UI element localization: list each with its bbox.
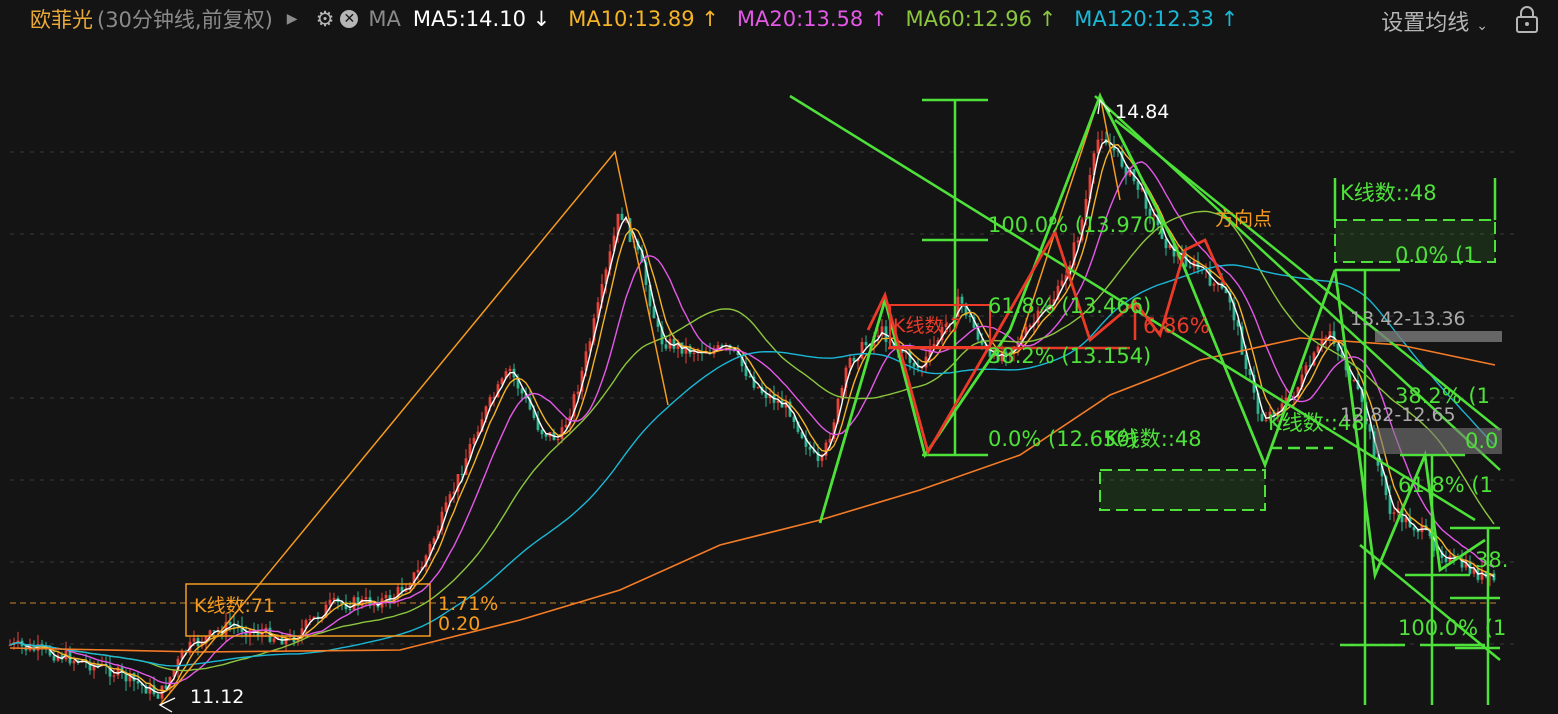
candle-body xyxy=(1212,283,1216,286)
chevron-down-icon: ⌄ xyxy=(1476,18,1488,34)
candle-body xyxy=(332,598,336,600)
candle-body xyxy=(228,621,232,625)
candle-body xyxy=(1392,512,1396,514)
candle-body xyxy=(848,357,852,368)
chart-period: (30分钟线,前复权) xyxy=(97,8,273,32)
candle-body xyxy=(1352,380,1356,382)
candle-body xyxy=(212,630,216,632)
candle-body xyxy=(460,474,464,476)
annotation-label: K线数:7 xyxy=(893,315,962,337)
candle-body xyxy=(692,352,696,354)
candle-body xyxy=(416,569,420,573)
annotation-label: 13.42-13.36 xyxy=(1350,308,1466,330)
orange-trend-line xyxy=(159,150,669,706)
ma-legend-item: MA5:14.10 ↓ xyxy=(412,7,551,31)
chart-header: 欧菲光 (30分钟线,前复权) ▶ ⚙ ✕ MA MA5:14.10 ↓ MA10… xyxy=(0,0,1558,38)
candle-body xyxy=(348,609,352,611)
candle-body xyxy=(1076,240,1080,243)
candle-body xyxy=(968,315,972,318)
annotation-label: 0.20 xyxy=(438,613,480,635)
candle-body xyxy=(1264,419,1268,421)
price-chart[interactable]: 14.84 11.12 K线数:71 1.71%0.20 100.0% (13.970)… xyxy=(0,38,1558,714)
candle-body xyxy=(864,341,868,346)
ma-legend-item: MA60:12.96 ↑ xyxy=(905,7,1057,31)
candle-body xyxy=(280,637,284,645)
candle-body xyxy=(960,296,964,304)
ma-settings-label: 设置均线 xyxy=(1381,11,1470,36)
lock-icon[interactable] xyxy=(1514,4,1540,39)
candle-body xyxy=(672,338,676,349)
candle-body xyxy=(308,619,312,621)
candle-body xyxy=(1188,266,1192,268)
candle-body xyxy=(1028,325,1032,327)
red-zigzag xyxy=(866,228,1227,456)
annotation-label: 1.71% xyxy=(438,593,498,615)
annotation-label: 100.0% (13.970) xyxy=(988,213,1165,237)
candle-body xyxy=(52,655,56,661)
candle-body xyxy=(620,213,624,221)
play-icon[interactable]: ▶ xyxy=(287,11,298,27)
annotation-labels: 14.84 11.12 K线数:71 1.71%0.20 100.0% (13.970)… xyxy=(158,98,1508,713)
candle-body xyxy=(192,638,196,642)
annotation-label: 38.2% (13.154) xyxy=(988,344,1151,368)
candle-body xyxy=(576,391,580,395)
annotation-label: 61.8% (1 xyxy=(1398,473,1493,497)
annotation-label: 0.0% (1 xyxy=(1395,243,1477,267)
stock-name[interactable]: 欧菲光 xyxy=(30,4,93,34)
candle-body xyxy=(112,675,116,677)
price-zone xyxy=(1375,331,1502,342)
candle-body xyxy=(272,638,276,642)
annotation-label: 12.82-12.65 xyxy=(1340,404,1456,426)
annotation-label: K线数::48 xyxy=(1105,427,1202,451)
candle-body xyxy=(808,446,812,450)
candle-body xyxy=(1100,139,1104,141)
candle-body xyxy=(1412,527,1416,531)
candle-body xyxy=(664,344,668,349)
candle-body xyxy=(756,387,760,389)
annotation-label: 61.8% (13.466) xyxy=(988,294,1151,318)
annotation-label: K线数::48 xyxy=(1340,181,1437,205)
candle-body xyxy=(328,599,332,605)
kline-box-green xyxy=(1099,469,1266,511)
candle-body xyxy=(912,362,916,367)
candle-body xyxy=(1480,571,1484,580)
candle-body xyxy=(136,681,140,684)
ma-legend-item: MA20:13.58 ↑ xyxy=(736,7,888,31)
candle-body xyxy=(156,694,160,699)
annotation-label: 38. xyxy=(1475,548,1508,572)
candle-body xyxy=(544,434,548,437)
ma-settings-button[interactable]: 设置均线 ⌄ xyxy=(1381,5,1488,37)
annotation-label: 6.86% xyxy=(1143,314,1210,338)
annotation-label: 11.12 xyxy=(190,686,244,708)
gear-icon[interactable]: ⚙ xyxy=(316,7,335,31)
ma-label: MA xyxy=(368,7,401,31)
candle-body xyxy=(564,424,568,428)
ma-legend-item: MA120:12.33 ↑ xyxy=(1074,7,1239,31)
annotation-label: K线数:71 xyxy=(194,595,275,617)
candle-body xyxy=(556,438,560,441)
candle-body xyxy=(748,376,752,378)
ma-legend-item: MA10:13.89 ↑ xyxy=(568,7,719,31)
candle-body xyxy=(1164,238,1168,249)
candle-body xyxy=(364,597,368,600)
annotation-label: 14.84 xyxy=(1115,101,1169,123)
close-icon[interactable]: ✕ xyxy=(340,10,359,28)
drawing-tools-layer[interactable] xyxy=(159,92,1502,706)
candle-body xyxy=(72,660,76,664)
candle-body xyxy=(1260,413,1264,421)
annotation-label: 方向点 xyxy=(1215,208,1272,230)
annotation-label: 0.0 xyxy=(1465,429,1498,453)
annotation-label: 100.0% (1 xyxy=(1398,616,1506,640)
candle-body xyxy=(1444,557,1448,563)
ma-legend: MA5:14.10 ↓ MA10:13.89 ↑ MA20:13.58 ↑ MA60:… xyxy=(401,7,1238,31)
candle-body xyxy=(384,595,388,599)
candle-body xyxy=(508,368,512,372)
candle-body xyxy=(540,429,544,435)
